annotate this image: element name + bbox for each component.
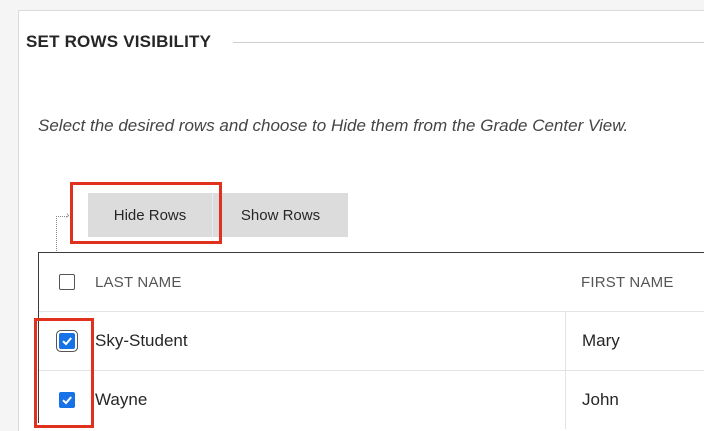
- table-row: Wayne John: [39, 370, 704, 429]
- column-header-last-name[interactable]: LAST NAME: [95, 274, 565, 291]
- instructions-text: Select the desired rows and choose to Hi…: [38, 116, 629, 135]
- students-table: LAST NAME FIRST NAME Sky-Student Mary Wa…: [38, 252, 704, 429]
- table-row: Sky-Student Mary: [39, 311, 704, 370]
- section-title: SET ROWS VISIBILITY: [26, 32, 212, 51]
- column-header-first-name[interactable]: FIRST NAME: [565, 253, 704, 311]
- show-rows-button[interactable]: Show Rows: [212, 193, 348, 237]
- toolbar-connector-line: [56, 216, 67, 255]
- hide-rows-highlight-box: [70, 182, 222, 244]
- first-name-cell: John: [565, 371, 704, 429]
- select-all-checkbox[interactable]: [59, 274, 75, 290]
- section-header: SET ROWS VISIBILITY: [26, 30, 704, 54]
- first-name-cell: Mary: [565, 312, 704, 370]
- checkbox-highlight-box: [34, 318, 94, 428]
- table-header-row: LAST NAME FIRST NAME: [39, 253, 704, 311]
- last-name-cell: Sky-Student: [95, 331, 188, 350]
- section-divider: [233, 41, 704, 43]
- last-name-cell: Wayne: [95, 390, 148, 409]
- connector-arrow-icon: ›: [66, 210, 70, 221]
